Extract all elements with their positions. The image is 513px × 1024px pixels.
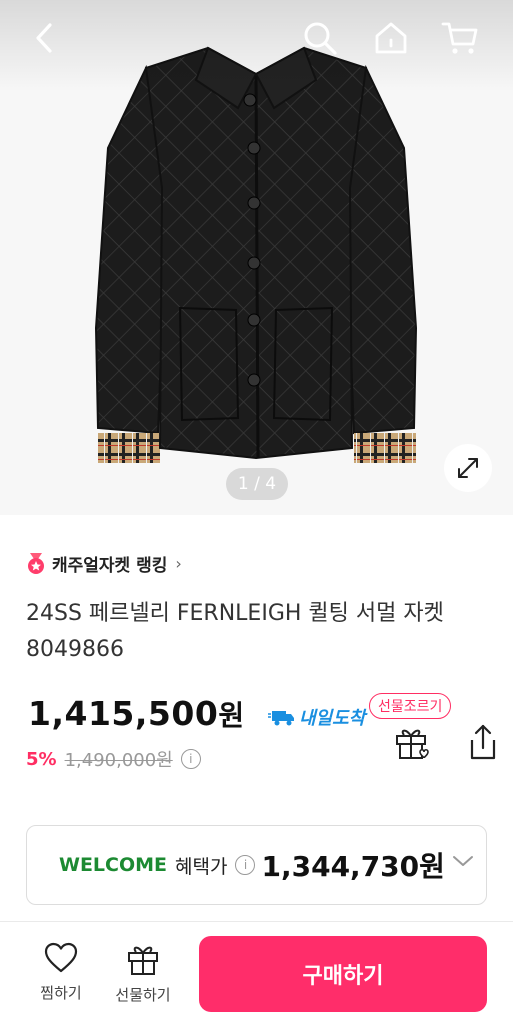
home-icon — [375, 22, 407, 54]
gift-button[interactable]: 선물하기 — [108, 942, 178, 1005]
ranking-badge-icon — [28, 552, 44, 574]
buy-button[interactable]: 구매하기 — [199, 936, 487, 1012]
chevron-left-icon — [36, 23, 52, 53]
product-image-gallery[interactable]: 1 / 4 — [0, 0, 513, 515]
image-pager: 1 / 4 — [226, 468, 288, 500]
delivery-badge: 내일도착 — [268, 704, 365, 730]
gift-request-bubble[interactable]: 선물조르기 — [369, 693, 452, 719]
cart-icon — [441, 22, 478, 54]
product-image — [94, 46, 418, 463]
cart-button[interactable] — [440, 18, 480, 58]
gift-label: 선물하기 — [115, 986, 171, 1004]
price-info-icon[interactable]: i — [180, 749, 201, 769]
delivery-label: 내일도착 — [299, 708, 366, 729]
bottom-action-bar: 찜하기 선물하기 구매하기 — [0, 921, 513, 1024]
share-icon — [470, 724, 496, 760]
benefit-price: 1,344,730원 — [261, 850, 445, 883]
chevron-right-icon: › — [175, 554, 182, 573]
product-title: 24SS 페르넬리 FERNLEIGH 퀼팅 서멀 자켓 8049866 — [26, 601, 444, 662]
heart-icon — [44, 942, 78, 973]
welcome-label: WELCOME — [59, 854, 168, 876]
like-button[interactable]: 찜하기 — [26, 942, 96, 1003]
back-button[interactable] — [24, 18, 64, 58]
like-label: 찜하기 — [40, 984, 82, 1002]
gift-icon — [128, 946, 158, 975]
sale-price-value: 1,415,500 — [28, 694, 219, 733]
share-button[interactable] — [464, 722, 502, 762]
home-button[interactable] — [371, 18, 411, 58]
expand-icon — [458, 458, 478, 478]
sale-price: 1,415,500원 — [28, 694, 245, 734]
top-navigation — [0, 0, 513, 80]
discount-row: 5% 1,490,000원 i — [26, 746, 201, 772]
benefit-label: 혜택가 — [175, 855, 228, 878]
discount-rate: 5% — [26, 748, 57, 770]
benefit-price-dropdown[interactable]: WELCOME 혜택가 i 1,344,730원 — [26, 825, 487, 905]
category-ranking-link[interactable]: 캐주얼자켓 랭킹 › — [26, 551, 182, 576]
gift-request-button[interactable] — [392, 722, 432, 762]
ranking-label: 캐주얼자켓 랭킹 — [52, 556, 168, 576]
benefit-info-icon[interactable]: i — [235, 855, 256, 875]
price-unit: 원 — [218, 699, 245, 732]
original-price: 1,490,000원 — [64, 750, 173, 771]
search-button[interactable] — [300, 18, 340, 58]
gift-icon — [396, 729, 429, 759]
chevron-down-icon — [453, 856, 473, 866]
expand-button[interactable] — [444, 444, 492, 492]
truck-icon — [268, 711, 294, 726]
search-icon — [304, 22, 337, 55]
